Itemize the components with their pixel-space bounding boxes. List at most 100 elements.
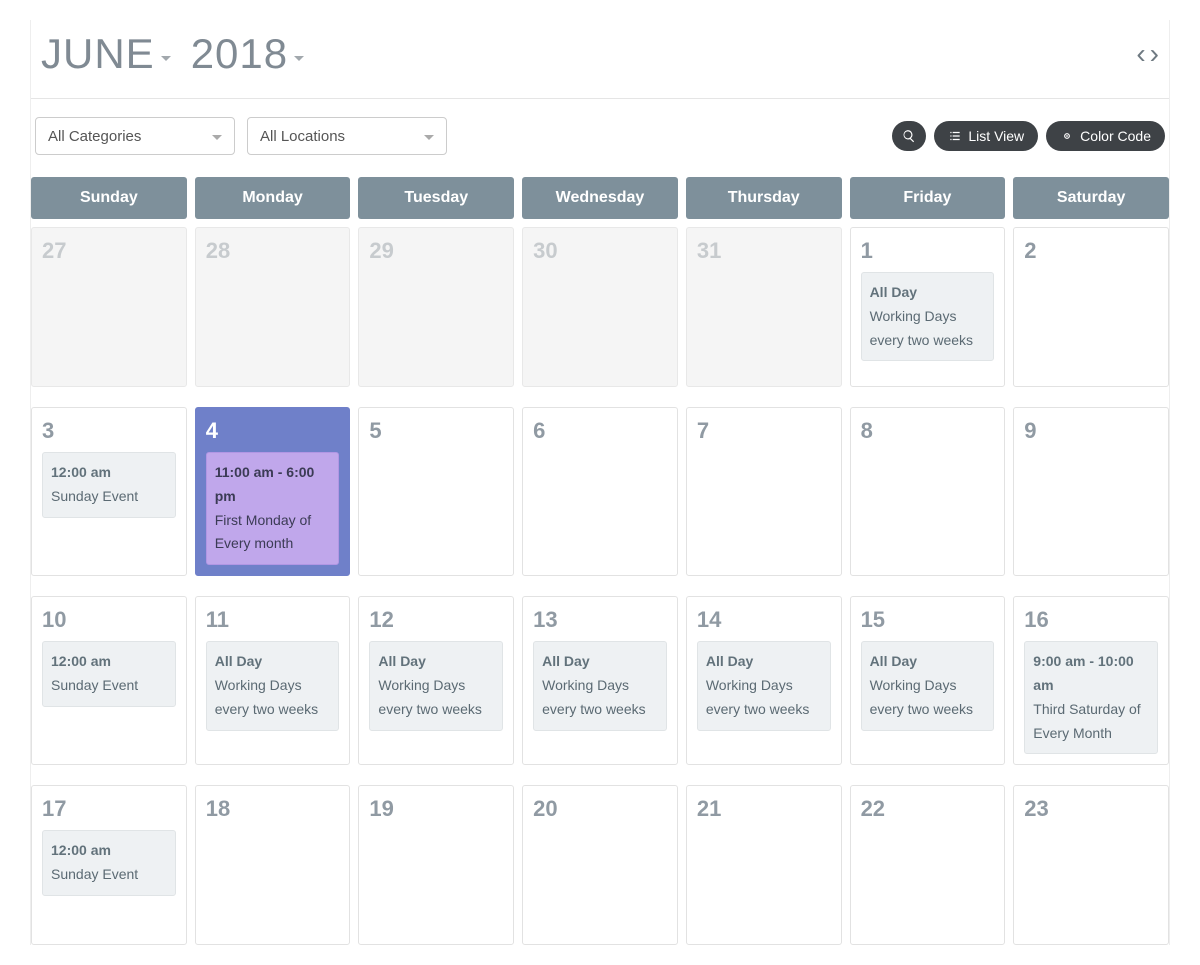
day-cell[interactable]: 7 [686,407,842,576]
categories-dropdown[interactable]: All Categories [35,117,235,155]
day-number: 8 [861,418,995,444]
event-time: 12:00 am [51,650,167,674]
next-month-button[interactable]: › [1150,40,1159,68]
day-cell[interactable]: 18 [195,785,351,945]
dayname: Monday [195,177,351,219]
calendar-grid: 27282930311All DayWorking Days every two… [31,227,1169,945]
list-view-label: List View [968,128,1024,144]
color-code-button[interactable]: Color Code [1046,121,1165,151]
day-cell[interactable]: 14All DayWorking Days every two weeks [686,596,842,765]
day-cell[interactable]: 23 [1013,785,1169,945]
day-number: 23 [1024,796,1158,822]
event-time: 12:00 am [51,461,167,485]
dayname: Saturday [1013,177,1169,219]
event-time: All Day [870,650,986,674]
day-cell[interactable]: 30 [522,227,678,387]
event-title: Working Days every two weeks [870,677,973,717]
day-cell[interactable]: 3 12:00 am Sunday Event [31,407,187,576]
toolbar: All Categories All Locations List View C… [31,117,1169,177]
day-cell[interactable]: 29 [358,227,514,387]
day-number: 3 [42,418,176,444]
dayname: Thursday [686,177,842,219]
month-year-group: JUNE 2018 [41,30,304,78]
event[interactable]: 12:00 amSunday Event [42,830,176,896]
locations-dropdown[interactable]: All Locations [247,117,447,155]
day-cell[interactable]: 1712:00 amSunday Event [31,785,187,945]
event[interactable]: 12:00 am Sunday Event [42,452,176,518]
event-time: All Day [870,281,986,305]
day-cell[interactable]: 19 [358,785,514,945]
event-time: All Day [378,650,494,674]
day-cell[interactable]: 27 [31,227,187,387]
list-icon [948,129,962,143]
day-cell[interactable]: 31 [686,227,842,387]
day-cell[interactable]: 11All DayWorking Days every two weeks [195,596,351,765]
day-cell[interactable]: 1 All Day Working Days every two weeks [850,227,1006,387]
day-cell[interactable]: 21 [686,785,842,945]
day-number: 4 [206,418,340,444]
dayname: Sunday [31,177,187,219]
event[interactable]: All Day Working Days every two weeks [861,272,995,361]
day-cell[interactable]: 20 [522,785,678,945]
search-button[interactable] [892,121,926,151]
day-cell[interactable]: 13All DayWorking Days every two weeks [522,596,678,765]
event-title: Sunday Event [51,488,138,504]
month-nav: ‹ › [1136,40,1159,68]
event-time: 12:00 am [51,839,167,863]
dayname: Friday [850,177,1006,219]
day-number: 18 [206,796,340,822]
event[interactable]: 11:00 am - 6:00 pmFirst Monday of Every … [206,452,340,565]
day-cell[interactable]: 5 [358,407,514,576]
day-number: 1 [861,238,995,264]
day-cell[interactable]: 2 [1013,227,1169,387]
event-time: All Day [215,650,331,674]
list-view-button[interactable]: List View [934,121,1038,151]
day-cell[interactable]: 15 All Day Working Days every two weeks [850,596,1006,765]
event-time: All Day [706,650,822,674]
day-cell[interactable]: 1012:00 amSunday Event [31,596,187,765]
month-dropdown[interactable]: JUNE [41,30,171,78]
event[interactable]: All DayWorking Days every two weeks [533,641,667,730]
day-cell[interactable]: 4 11:00 am - 6:00 pmFirst Monday of Every… [195,407,351,576]
day-number: 12 [369,607,503,633]
categories-label: All Categories [48,128,141,145]
day-number: 20 [533,796,667,822]
event[interactable]: All DayWorking Days every two weeks [697,641,831,730]
day-number: 7 [697,418,831,444]
day-cell[interactable]: 8 [850,407,1006,576]
event-title: Working Days every two weeks [215,677,318,717]
day-cell[interactable]: 9 [1013,407,1169,576]
event-time: 9:00 am - 10:00 am [1033,650,1149,698]
color-code-label: Color Code [1080,128,1151,144]
dayname: Tuesday [358,177,514,219]
day-cell[interactable]: 6 [522,407,678,576]
event-title: First Monday of Every month [215,512,311,552]
locations-label: All Locations [260,128,345,145]
day-cell[interactable]: 28 [195,227,351,387]
day-number: 21 [697,796,831,822]
day-number: 27 [42,238,176,264]
day-number: 6 [533,418,667,444]
event[interactable]: All Day Working Days every two weeks [861,641,995,730]
day-cell[interactable]: 22 [850,785,1006,945]
day-number: 5 [369,418,503,444]
day-cell[interactable]: 169:00 am - 10:00 amThird Saturday of Ev… [1013,596,1169,765]
event[interactable]: 12:00 amSunday Event [42,641,176,707]
event-title: Working Days every two weeks [870,308,973,348]
dayname: Wednesday [522,177,678,219]
event[interactable]: All Day Working Days every two weeks [206,641,340,730]
event-title: Working Days every two weeks [542,677,645,717]
event[interactable]: 9:00 am - 10:00 amThird Saturday of Ever… [1024,641,1158,754]
day-number: 29 [369,238,503,264]
search-icon [902,129,916,143]
day-cell[interactable]: 12 All DayWorking Days every two weeks [358,596,514,765]
day-number: 19 [369,796,503,822]
prev-month-button[interactable]: ‹ [1136,40,1145,68]
day-number: 2 [1024,238,1158,264]
day-number: 15 [861,607,995,633]
year-dropdown[interactable]: 2018 [191,30,304,78]
event[interactable]: All DayWorking Days every two weeks [369,641,503,730]
week-row: 27 28 29 3031 1 All Day Working Days every two… [31,227,1169,387]
dayname-row: SundayMondayTuesdayWednesdayThursdayFrid… [31,177,1169,219]
event-time: 11:00 am - 6:00 pm [215,461,331,509]
